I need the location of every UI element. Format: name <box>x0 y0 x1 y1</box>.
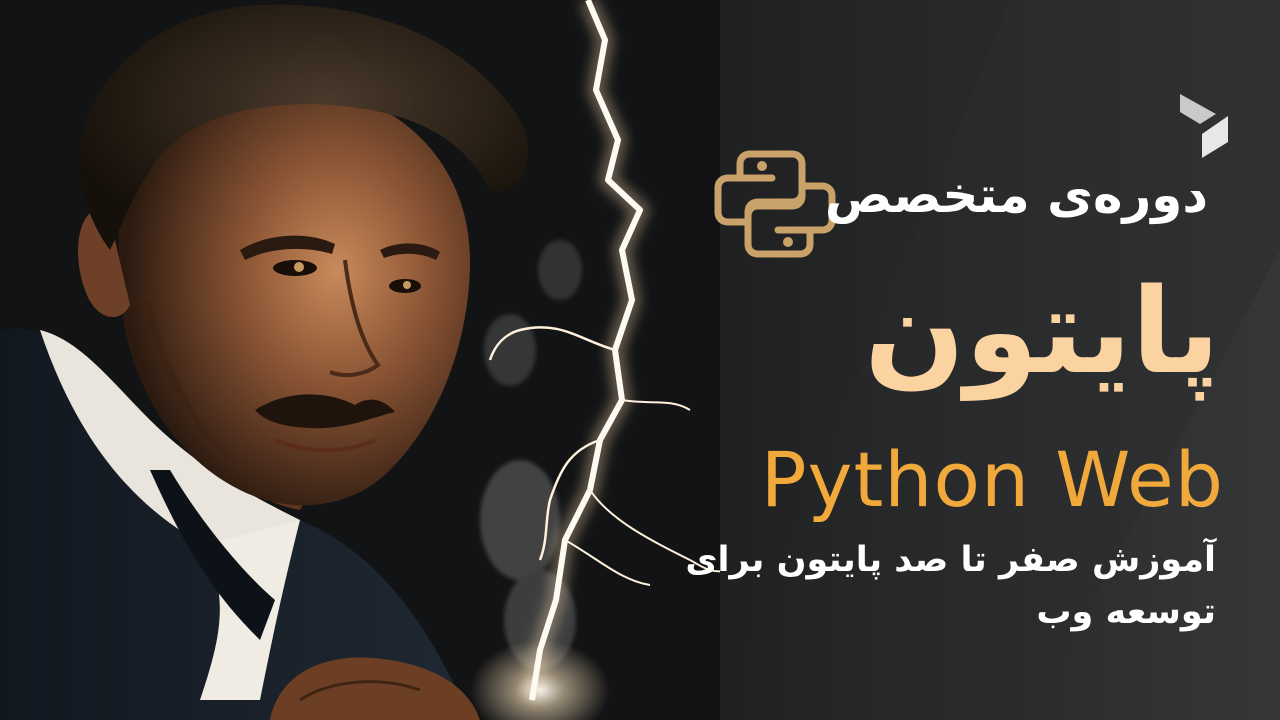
python-logo-icon <box>714 150 836 258</box>
course-name-title: پایتون <box>864 262 1222 400</box>
brand-logo-icon <box>1180 94 1228 158</box>
course-prefix-title: دوره‌ی متخصص <box>824 166 1208 224</box>
course-banner: دوره‌ی متخصص پایتون Python Web آموزش صفر… <box>0 0 1280 720</box>
course-subtitle-english: Python Web <box>760 435 1224 524</box>
man-with-lightning-illustration <box>0 0 720 720</box>
course-description: آموزش صفر تا صد پایتون برای توسعه وب <box>685 540 1216 632</box>
